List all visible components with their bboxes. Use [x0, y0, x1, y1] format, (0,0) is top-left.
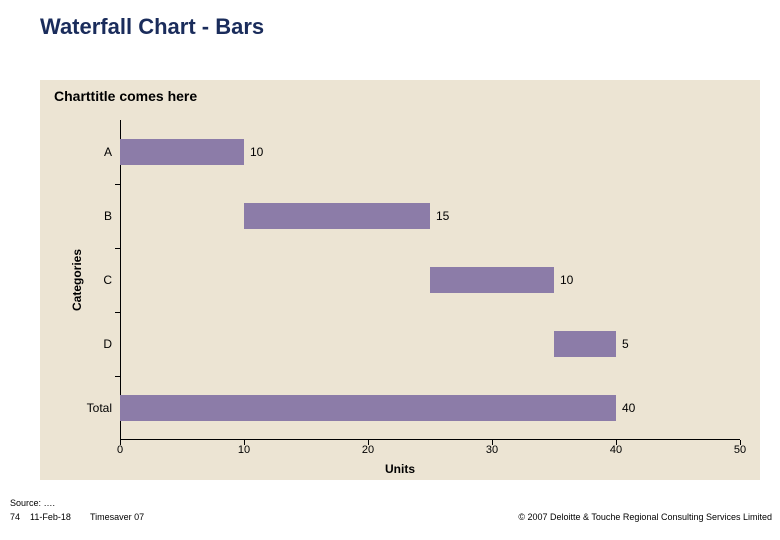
category-label: A	[104, 145, 120, 159]
y-tick-mark	[115, 312, 120, 313]
x-tick-label: 20	[362, 440, 374, 456]
category-label: B	[104, 209, 120, 223]
value-label: 15	[430, 209, 449, 223]
value-label: 40	[616, 401, 635, 415]
bar	[120, 139, 244, 165]
bar	[554, 331, 616, 357]
x-tick-label: 40	[610, 440, 622, 456]
bar	[120, 395, 616, 421]
value-label: 10	[554, 273, 573, 287]
y-tick-mark	[115, 376, 120, 377]
x-tick-label: 30	[486, 440, 498, 456]
value-label: 5	[616, 337, 629, 351]
y-axis-line	[120, 120, 121, 440]
footer-source: Source: ….	[10, 498, 55, 508]
footer-date: 11-Feb-18	[30, 512, 71, 522]
x-axis-title: Units	[40, 462, 760, 476]
category-label: C	[103, 273, 120, 287]
category-label: D	[103, 337, 120, 351]
y-tick-mark	[115, 184, 120, 185]
chart-panel: Charttitle comes here Categories Units 0…	[40, 80, 760, 480]
bar	[244, 203, 430, 229]
x-tick-label: 10	[238, 440, 250, 456]
x-tick-label: 50	[734, 440, 746, 456]
footer-copyright: © 2007 Deloitte & Touche Regional Consul…	[518, 512, 772, 522]
y-axis-title: Categories	[70, 249, 84, 311]
category-label: Total	[87, 401, 120, 415]
x-tick-label: 0	[117, 440, 123, 456]
footer-page: 74	[10, 512, 20, 522]
value-label: 10	[244, 145, 263, 159]
footer-file: Timesaver 07	[90, 512, 144, 522]
bar	[430, 267, 554, 293]
x-axis-line	[120, 439, 740, 440]
slide-title: Waterfall Chart - Bars	[0, 0, 780, 40]
plot-area: 01020304050A10B15C10D5Total40	[120, 120, 740, 440]
y-tick-mark	[115, 248, 120, 249]
chart-title: Charttitle comes here	[54, 88, 197, 104]
